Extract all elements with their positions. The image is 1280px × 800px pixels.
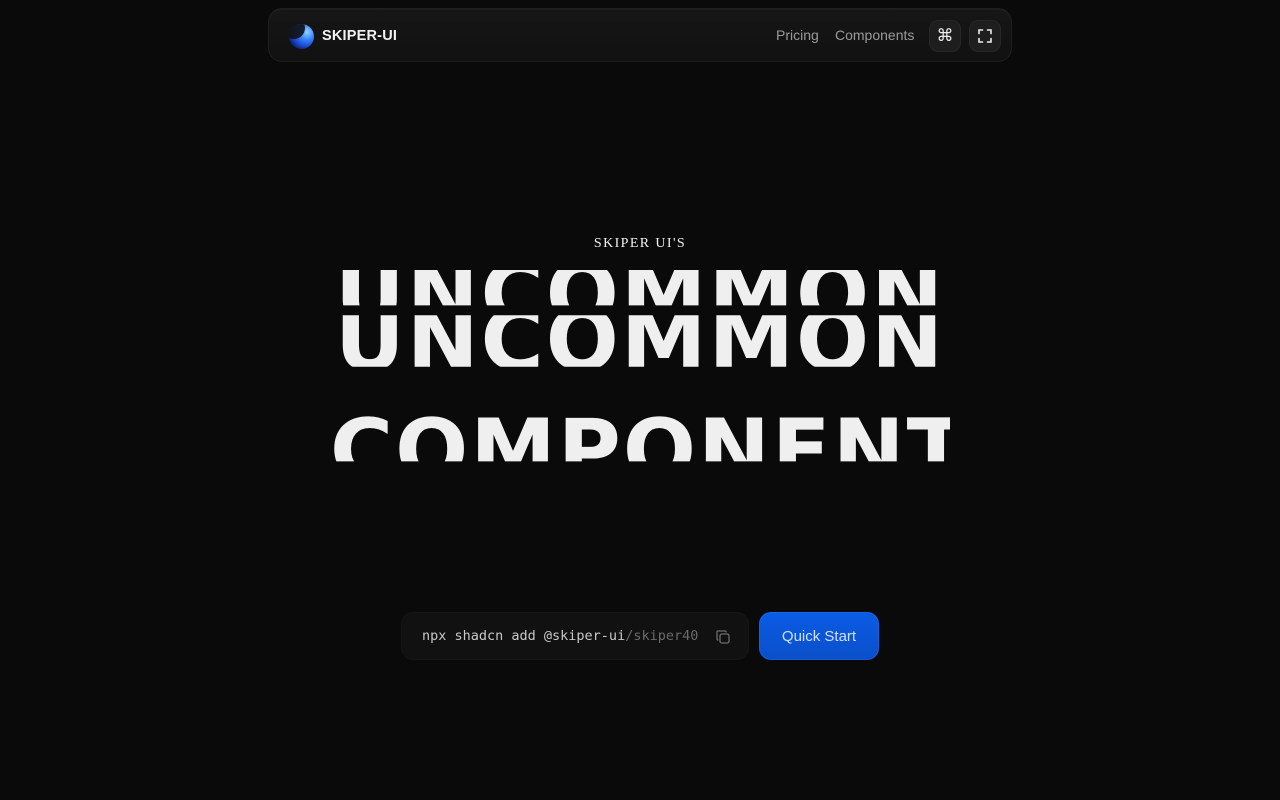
install-command-suffix: /skiper40 <box>625 628 699 644</box>
fullscreen-icon <box>978 29 992 43</box>
install-command-box[interactable]: npx shadcn add @skiper-ui/skiper40 <box>401 612 749 660</box>
scramble-headline: UNCOMMON UNCOMMON COMPONENTS <box>330 270 950 464</box>
command-menu-button[interactable]: ⌘ <box>929 20 961 52</box>
command-icon: ⌘ <box>936 25 954 46</box>
brand-logo-icon <box>289 23 314 49</box>
navbar: SKIPER-UI Pricing Components ⌘ <box>268 8 1012 62</box>
page: SKIPER-UI Pricing Components ⌘ SKIPER UI… <box>0 0 1280 800</box>
quick-start-button[interactable]: Quick Start <box>759 612 879 660</box>
headline-line-3: COMPONENTS <box>330 380 950 464</box>
brand-name: SKIPER-UI <box>322 28 398 44</box>
nav-link-pricing[interactable]: Pricing <box>776 26 819 44</box>
install-command-text: npx shadcn add @skiper-ui <box>422 628 626 644</box>
brand-link[interactable]: SKIPER-UI <box>289 23 397 49</box>
hero-eyebrow: SKIPER UI'S <box>593 236 687 251</box>
copy-icon[interactable] <box>715 629 731 645</box>
headline-glyph-group: COMPONENTS <box>330 401 950 464</box>
fullscreen-button[interactable] <box>969 20 1001 52</box>
nav-link-components[interactable]: Components <box>835 26 914 44</box>
